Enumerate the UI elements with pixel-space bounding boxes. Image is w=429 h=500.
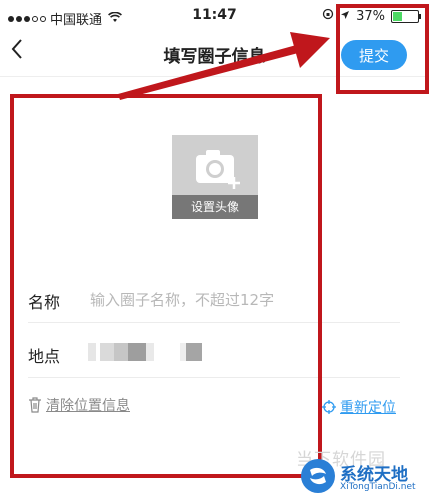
watermark-logo: 系统天地 XiTongTianDi.net: [300, 458, 425, 496]
annotation-arrow-icon: [118, 32, 330, 100]
system-logo-icon: [301, 459, 335, 493]
watermark-url: XiTongTianDi.net: [340, 482, 416, 492]
